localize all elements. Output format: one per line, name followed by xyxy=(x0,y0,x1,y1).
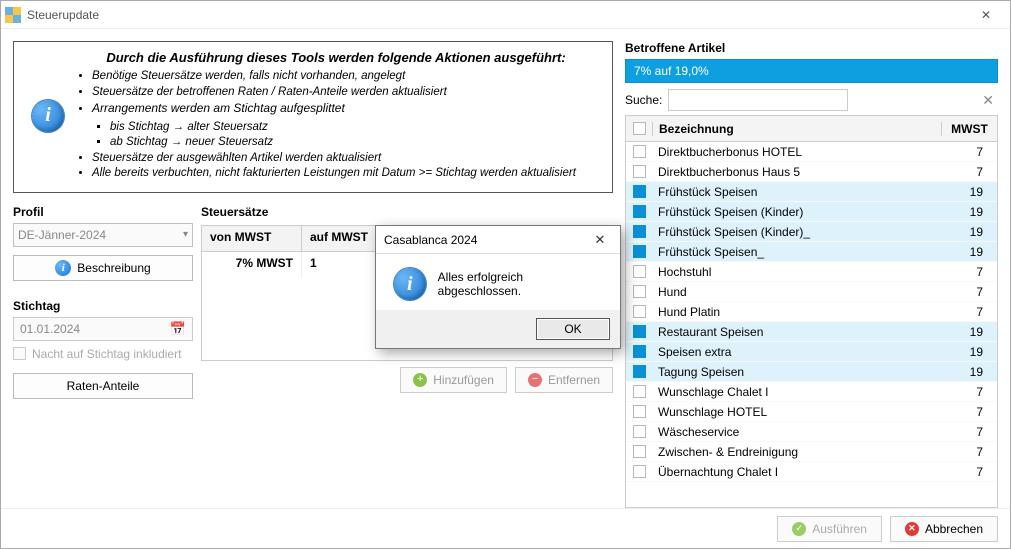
info-icon: i xyxy=(394,268,426,300)
dialog-ok-button[interactable]: OK xyxy=(536,318,610,340)
success-dialog: Casablanca 2024 ✕ i Alles erfolgreich ab… xyxy=(375,225,621,349)
dialog-title: Casablanca 2024 xyxy=(384,233,477,247)
dialog-message: Alles erfolgreich abgeschlossen. xyxy=(438,270,608,298)
dialog-close-icon[interactable]: ✕ xyxy=(588,232,612,248)
